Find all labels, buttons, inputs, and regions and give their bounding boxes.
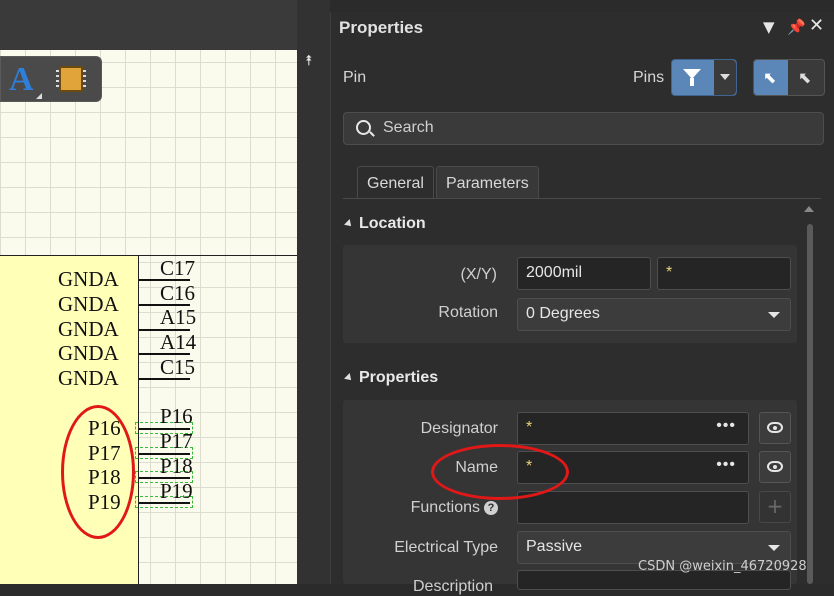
filter-label: Pins: [633, 69, 665, 86]
designator-field[interactable]: * •••: [517, 412, 749, 445]
annotation-ellipse: [61, 405, 135, 539]
chevron-down-icon: [768, 545, 780, 551]
description-label: Description: [413, 578, 494, 595]
designator-visibility-button[interactable]: [759, 412, 791, 444]
pin-number-label: C15: [160, 355, 196, 379]
annotation-ellipse: [431, 444, 569, 500]
properties-section-header[interactable]: Properties: [344, 369, 438, 387]
eye-icon: [767, 422, 783, 433]
chevron-down-icon: [768, 312, 780, 318]
pin-panel-icon[interactable]: 📌: [787, 18, 806, 36]
search-placeholder: Search: [383, 119, 434, 136]
collapse-triangle-icon: [344, 372, 354, 383]
pin-number-label: P16: [160, 404, 193, 428]
pin-number-label: P19: [160, 479, 193, 503]
location-section-header[interactable]: Location: [344, 215, 426, 233]
scroll-up-icon[interactable]: [804, 206, 814, 212]
select-cursor-icon: ⬉: [763, 68, 777, 87]
more-icon[interactable]: •••: [716, 456, 736, 474]
electrical-type-label: Electrical Type: [394, 539, 498, 556]
active-bar: A: [0, 56, 102, 102]
pin-number-label: A15: [160, 305, 197, 329]
pin-number-label: P18: [160, 454, 193, 478]
pin-name-label: GNDA: [58, 292, 119, 316]
pin-name-label: GNDA: [58, 366, 119, 390]
designator-label: Designator: [420, 420, 498, 437]
rotation-label: Rotation: [438, 304, 498, 321]
pin-number-label: C16: [160, 281, 196, 305]
collapse-up-icon[interactable]: ⯭: [300, 52, 318, 70]
watermark: CSDN @weixin_46720928: [638, 559, 807, 574]
search-icon: [356, 120, 371, 135]
help-icon[interactable]: ?: [484, 501, 498, 515]
pin-number-label: P17: [160, 429, 193, 453]
filter-dropdown-icon[interactable]: [714, 60, 736, 95]
select-inside-icon[interactable]: ⬉: [798, 68, 811, 87]
pin-name-label: GNDA: [58, 267, 119, 291]
filter-button[interactable]: [671, 59, 737, 96]
panel-menu-icon[interactable]: ▼: [763, 18, 775, 36]
tab-general[interactable]: General: [357, 166, 434, 199]
eye-icon: [767, 461, 783, 472]
add-function-button[interactable]: +: [759, 491, 791, 523]
pin-number-label: C17: [160, 256, 196, 280]
editor-toolbar-strip: [0, 0, 298, 50]
pin-name-label: GNDA: [58, 341, 119, 365]
name-visibility-button[interactable]: [759, 451, 791, 483]
functions-field[interactable]: [517, 491, 749, 524]
scrollbar-thumb[interactable]: [807, 224, 813, 584]
functions-label: Functions?: [411, 499, 498, 517]
search-input[interactable]: Search: [343, 112, 824, 145]
pin-number-label: A14: [160, 330, 197, 354]
text-tool-icon[interactable]: A: [9, 61, 34, 99]
dropdown-corner-icon: [36, 93, 42, 99]
collapse-triangle-icon: [344, 218, 354, 229]
place-part-icon[interactable]: [56, 66, 86, 92]
object-kind-label: Pin: [343, 69, 367, 86]
panel-splitter[interactable]: [297, 0, 330, 584]
close-icon[interactable]: ✕: [809, 15, 824, 36]
properties-panel: Properties ▼ 📌 ✕ Pin Pins ⬉ ⬉ Search Gen…: [330, 12, 834, 595]
selection-mode-group: ⬉ ⬉: [753, 59, 825, 96]
x-coordinate-field[interactable]: 2000mil: [517, 257, 651, 290]
panel-title: Properties: [339, 18, 424, 37]
tab-parameters[interactable]: Parameters: [436, 166, 539, 199]
y-coordinate-field[interactable]: *: [657, 257, 791, 290]
pin-name-label: GNDA: [58, 317, 119, 341]
xy-label: (X/Y): [460, 266, 497, 283]
rotation-select[interactable]: 0 Degrees: [517, 298, 791, 331]
more-icon[interactable]: •••: [716, 417, 736, 435]
